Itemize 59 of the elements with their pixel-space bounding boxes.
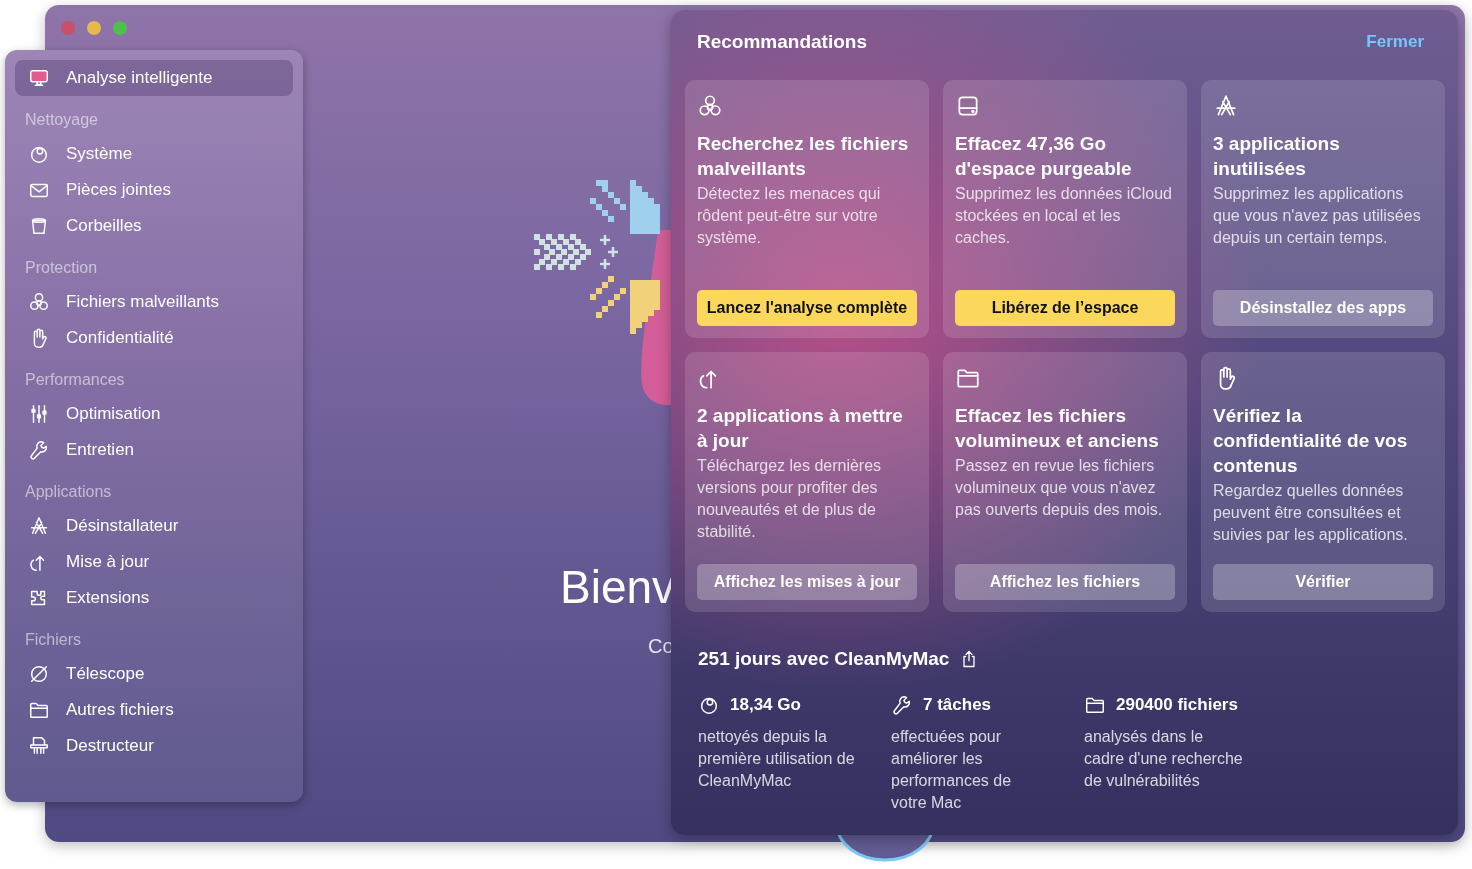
stat-description: analysés dans le cadre d'une recherche de vulnérabilités (1084, 727, 1244, 791)
action-button[interactable]: Lancez l'analyse complète (697, 290, 917, 326)
panel-title: Recommandations (697, 31, 867, 53)
card-description: Détectez les menaces qui rôdent peut-être sur votre système. (697, 184, 882, 248)
card-title: Effacez les fichiers volumineux et anciens (955, 404, 1160, 453)
minimize-window-button[interactable] (87, 21, 101, 35)
sidebar-item[interactable]: Entretien (15, 432, 293, 468)
card-title: Recherchez les fichiers malveillants (697, 132, 910, 181)
biohazard-icon (28, 291, 50, 313)
sidebar-item[interactable]: Extensions (15, 580, 293, 616)
stats-title: 251 jours avec CleanMyMac (698, 648, 950, 670)
card-description: Supprimez les applications que vous n'avez pas utilisées depuis un certain temps. (1213, 184, 1422, 248)
stat-description: effectuées pour améliorer les performances de votre Mac (891, 727, 1013, 813)
card-title: 3 applications inutilisées (1213, 132, 1341, 181)
sidebar-item[interactable]: Désinstallateur (15, 508, 293, 544)
drive-icon (955, 93, 981, 119)
section-heading: Performances (25, 371, 125, 388)
sidebar-item[interactable]: Analyse intelligente (15, 60, 293, 96)
sidebar-item[interactable]: Fichiers malveillants (15, 284, 293, 320)
sidebar-item[interactable]: Confidentialité (15, 320, 293, 356)
sidebar-item[interactable]: Mise à jour (15, 544, 293, 580)
stat-value: 7 tâches (923, 695, 992, 715)
card-title: Effacez 47,36 Go d'espace purgeable (955, 132, 1133, 181)
card-title: 2 applications à mettre à jour (697, 404, 904, 453)
card-description: Supprimez les données iCloud stockées en local et les caches. (955, 184, 1173, 248)
letter-a-icon (28, 515, 50, 537)
action-button[interactable]: Affichez les fichiers (955, 564, 1175, 600)
action-button[interactable]: Désinstallez des apps (1213, 290, 1433, 326)
stat-value: 290400 fichiers (1116, 695, 1238, 715)
sidebar-item[interactable]: Corbeilles (15, 208, 293, 244)
sidebar-item[interactable]: Destructeur (15, 728, 293, 764)
planet-icon (28, 663, 50, 685)
action-button[interactable]: Vérifier (1213, 564, 1433, 600)
close-link[interactable]: Fermer (1366, 32, 1424, 52)
wrench-icon (28, 439, 50, 461)
card-description: Téléchargez les dernières versions pour profiter des nouveautés et de plus de stabilité. (697, 456, 883, 542)
section-heading: Nettoyage (25, 111, 98, 128)
sidebar-item[interactable]: Télescope (15, 656, 293, 692)
welcome-title: Bienv (560, 560, 676, 614)
section-heading: Protection (25, 259, 98, 276)
sidebar-item[interactable]: Pièces jointes (15, 172, 293, 208)
stat-description: nettoyés depuis la première utilisation de CleanMyMac (698, 727, 856, 791)
sliders-icon (28, 403, 50, 425)
shredder-icon (28, 735, 50, 757)
section-heading: Fichiers (25, 631, 81, 648)
sidebar-item[interactable]: Système (15, 136, 293, 172)
wrench-icon (891, 694, 913, 716)
action-button[interactable]: Affichez les mises à jour (697, 564, 917, 600)
card-title: Vérifiez la confidentialité de vos contenus (1213, 404, 1409, 478)
sidebar-item[interactable]: Autres fichiers (15, 692, 293, 728)
action-button[interactable]: Libérez de l’espace (955, 290, 1175, 326)
stat-value: 18,34 Go (730, 695, 801, 715)
card-description: Regardez quelles données peuvent être consultées et suivies par les applications. (1213, 481, 1409, 545)
section-heading: Applications (25, 483, 112, 500)
biohazard-icon (697, 93, 723, 119)
card-description: Passez en revue les fichiers volumineux que vous n'avez pas ouverts depuis des mois. (955, 456, 1164, 520)
sidebar-item[interactable]: Optimisation (15, 396, 293, 432)
monitor-icon (28, 67, 50, 89)
zoom-window-button[interactable] (113, 21, 127, 35)
